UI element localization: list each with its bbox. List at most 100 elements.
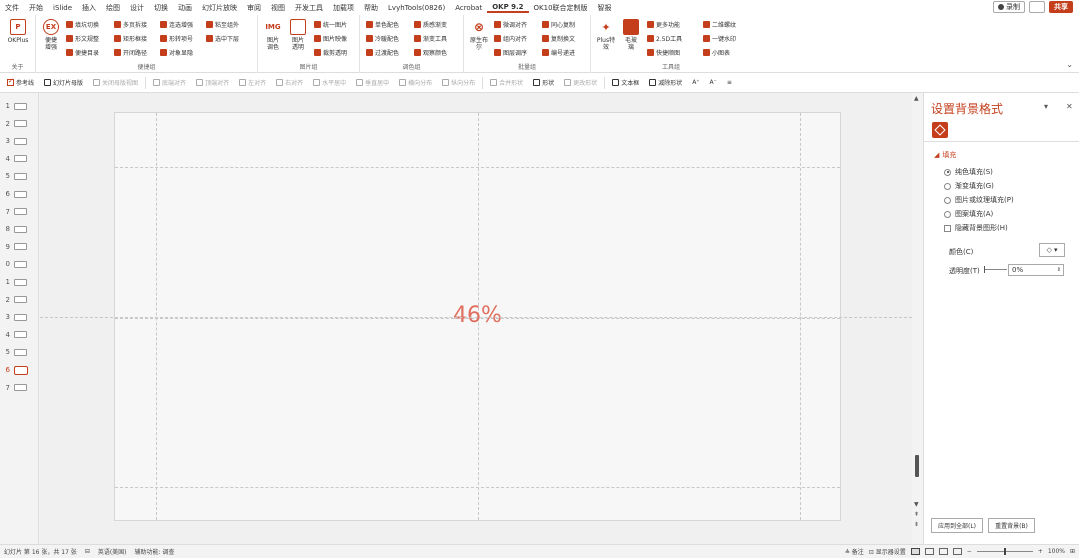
fill-option-radio[interactable]: 渐变填充(G) <box>944 181 994 191</box>
ribbon-item[interactable]: 2.5D工具 <box>647 33 682 43</box>
fill-option-radio[interactable]: 图片或纹理填充(P) <box>944 195 1014 205</box>
record-button[interactable]: 录制 <box>993 1 1025 13</box>
spinner-icon[interactable]: ⇕ <box>1057 267 1061 273</box>
color-picker-button[interactable]: ◇ ▾ <box>1039 243 1065 257</box>
menu-item[interactable]: 设计 <box>125 3 149 13</box>
menu-item[interactable]: 插入 <box>77 3 101 13</box>
menu-item[interactable]: 幻灯片放映 <box>197 3 242 13</box>
language-indicator[interactable]: 英语(美国) <box>94 547 131 556</box>
toolbar-item[interactable]: 幻灯片母版 <box>39 78 88 87</box>
slide-thumbnail[interactable]: 2 <box>0 117 39 131</box>
scroll-down-icon[interactable]: ▼ <box>914 501 919 508</box>
transparency-slider[interactable] <box>984 266 1007 273</box>
ribbon-item[interactable]: 形转项号 <box>160 33 193 43</box>
normal-view-icon[interactable] <box>910 548 920 555</box>
menu-item[interactable]: 视图 <box>266 3 290 13</box>
guides-checkbox[interactable] <box>7 77 14 86</box>
plus-effects-button[interactable]: ✦ Plus特 效 <box>595 19 617 52</box>
pane-options-icon[interactable]: ▾ <box>1044 102 1048 111</box>
menu-item[interactable]: 审阅 <box>242 3 266 13</box>
ribbon-item[interactable]: 观察颜色 <box>414 47 447 57</box>
slide-thumbnail[interactable]: 1 <box>0 275 39 289</box>
comments-button[interactable] <box>1029 1 1045 13</box>
fill-option-radio[interactable]: 纯色填充(S) <box>944 167 993 177</box>
ribbon-item[interactable]: 多页拆接 <box>114 19 147 29</box>
fit-to-window-icon[interactable]: ⊞ <box>1070 548 1075 555</box>
slide-thumbnail[interactable]: 7 <box>0 205 39 219</box>
zoom-out-icon[interactable]: − <box>967 548 972 555</box>
ribbon-item[interactable]: 复制换文 <box>542 33 575 43</box>
ribbon-item[interactable]: 便捷目录 <box>66 47 99 57</box>
menu-item[interactable]: 切换 <box>149 3 173 13</box>
toolbar-item[interactable]: 减除形状 <box>644 78 687 87</box>
ribbon-item[interactable]: 质感渐变 <box>414 19 447 29</box>
ribbon-item[interactable]: 快捷顺图 <box>647 47 680 57</box>
toolbar-item[interactable]: 文本框 <box>607 78 644 87</box>
hide-bg-graphics-checkbox[interactable]: 隐藏背景图形(H) <box>944 223 1008 233</box>
display-settings-button[interactable]: ⊡ 显示器设置 <box>869 547 906 556</box>
slide-thumbnail[interactable]: 5 <box>0 345 39 359</box>
slide-thumbnail[interactable]: 1 <box>0 99 39 113</box>
convenience-enhance-button[interactable]: EX 便捷 增强 <box>40 19 62 51</box>
ribbon-item[interactable]: 组内对齐 <box>494 33 527 43</box>
menu-item[interactable]: 动画 <box>173 3 197 13</box>
toolbar-item[interactable]: A⁻ <box>705 79 722 86</box>
ribbon-item[interactable]: 连选增强 <box>160 19 193 29</box>
zoom-level[interactable]: 100% <box>1048 548 1065 555</box>
toolbar-item[interactable]: 参考线 <box>2 77 39 87</box>
slide-thumbnail[interactable]: 5 <box>0 169 39 183</box>
ribbon-item[interactable]: 过渡配色 <box>366 47 399 57</box>
menu-item[interactable]: 文件 <box>0 3 24 13</box>
okplus-button[interactable]: P OKPlus <box>4 19 32 44</box>
ribbon-item[interactable]: 选中下层 <box>206 33 239 43</box>
scrollbar-thumb[interactable] <box>915 455 919 477</box>
ribbon-item[interactable]: 更多功能 <box>647 19 680 29</box>
share-button[interactable]: 共享 <box>1049 1 1073 13</box>
ribbon-item[interactable]: 矩形框接 <box>114 33 147 43</box>
notes-button[interactable]: ≜ 备注 <box>845 547 864 556</box>
image-adjust-button[interactable]: IMG 图片 调色 <box>262 19 284 51</box>
ribbon-item[interactable]: 微调对齐 <box>494 19 527 29</box>
slide-sorter-icon[interactable] <box>924 548 934 555</box>
reading-view-icon[interactable] <box>938 548 948 555</box>
ribbon-item[interactable]: 对象显隐 <box>160 47 193 57</box>
ribbon-item[interactable]: 编号递进 <box>542 47 575 57</box>
slide-thumbnail[interactable]: 6 <box>0 363 39 377</box>
slide-text[interactable]: 46% <box>115 303 840 328</box>
slide-thumbnail[interactable]: 3 <box>0 310 39 324</box>
menu-item[interactable]: Acrobat <box>450 4 487 12</box>
ribbon-item[interactable]: 填坑切换 <box>66 19 99 29</box>
reset-background-button[interactable]: 重置背景(B) <box>988 518 1035 533</box>
ribbon-item[interactable]: 单色配色 <box>366 19 399 29</box>
fill-category-icon[interactable] <box>932 122 948 138</box>
prev-slide-icon[interactable]: ⇞ <box>914 511 919 518</box>
ribbon-item[interactable]: 形文规整 <box>66 33 99 43</box>
ribbon-item[interactable]: 图层调序 <box>494 47 527 57</box>
menu-item[interactable]: OKP 9.2 <box>487 3 529 13</box>
ribbon-item[interactable]: 裁剪透明 <box>314 47 347 57</box>
ribbon-item[interactable]: 冷暖配色 <box>366 33 399 43</box>
scroll-up-icon[interactable]: ▲ <box>914 95 919 102</box>
slide-thumbnail[interactable]: 4 <box>0 152 39 166</box>
fill-section-header[interactable]: ◢ 填充 <box>934 150 956 160</box>
slide-thumbnail[interactable]: 0 <box>0 257 39 271</box>
transparency-input[interactable]: 0% ⇕ <box>1008 264 1064 276</box>
menu-item[interactable]: 帮助 <box>359 3 383 13</box>
menu-item[interactable]: 开发工具 <box>290 3 328 13</box>
slide-thumbnail[interactable]: 2 <box>0 293 39 307</box>
apply-to-all-button[interactable]: 应用到全部(L) <box>931 518 983 533</box>
toolbar-item[interactable]: 形状 <box>528 78 559 87</box>
zoom-in-icon[interactable]: + <box>1038 548 1043 555</box>
ribbon-item[interactable]: 二维螺纹 <box>703 19 736 29</box>
slide-thumbnail[interactable]: 6 <box>0 187 39 201</box>
slide-thumbnail[interactable]: 3 <box>0 134 39 148</box>
frosted-glass-button[interactable]: 毛玻 璃 <box>620 19 642 51</box>
slide-thumbnail[interactable]: 4 <box>0 328 39 342</box>
ribbon-item[interactable]: 开闭路径 <box>114 47 147 57</box>
toolbar-item[interactable]: ≡ <box>722 79 737 86</box>
slide-thumbnail[interactable]: 9 <box>0 240 39 254</box>
pane-close-icon[interactable]: ✕ <box>1066 102 1073 111</box>
menu-item[interactable]: 加载项 <box>328 3 359 13</box>
slide-thumbnail[interactable]: 7 <box>0 381 39 395</box>
toolbar-item[interactable]: A⁺ <box>687 79 704 86</box>
